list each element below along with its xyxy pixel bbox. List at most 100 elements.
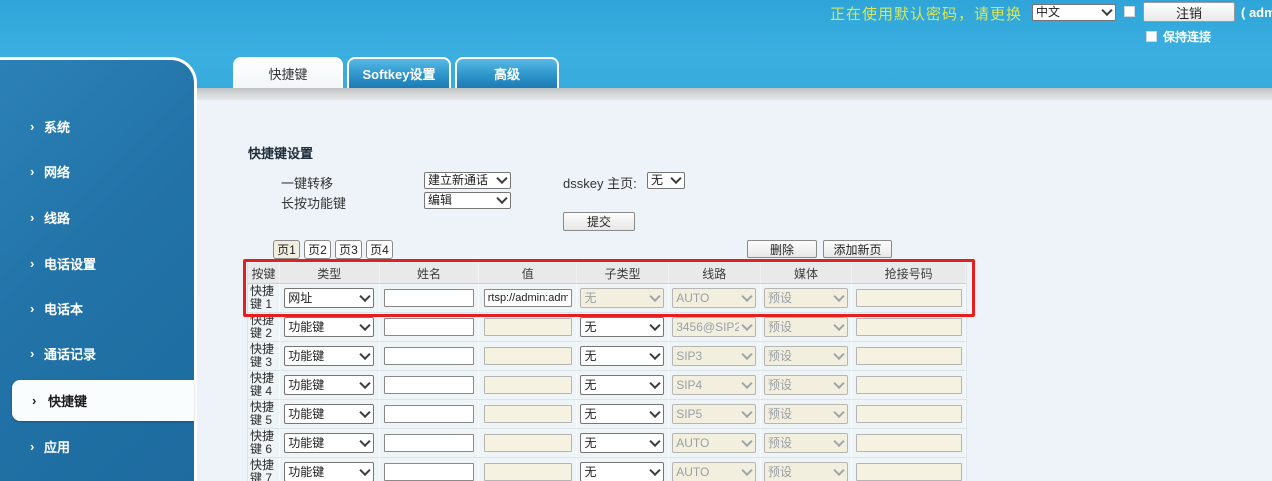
media-select: 预设 <box>763 288 848 308</box>
sidebar-item-network[interactable]: › 网络 <box>0 162 194 180</box>
column-header: 按键 <box>248 263 280 283</box>
sidebar-item-line[interactable]: › 线路 <box>0 208 194 226</box>
line-select: SIP4 <box>672 375 757 395</box>
table-cell: AUTO <box>669 458 761 481</box>
subtype-select[interactable]: 无 <box>580 375 665 395</box>
sidebar-item-phone-settings[interactable]: › 电话设置 <box>0 254 194 272</box>
value-input <box>483 318 572 336</box>
sidebar: › 系统 › 网络 › 线路 › 电话设置 › 电话本 › 通话记录 › 快捷键 › 应用 <box>0 57 197 481</box>
table-row: 快捷键 6 功能键 无 AUTO 预设 <box>248 429 967 458</box>
subtype-select[interactable]: 无 <box>580 433 665 453</box>
sidebar-item-phonebook[interactable]: › 电话本 <box>0 299 194 317</box>
tab-softkey[interactable]: Softkey设置 <box>347 57 451 88</box>
table-cell: 预设 <box>761 400 853 428</box>
media-select: 预设 <box>763 462 848 481</box>
line-select: AUTO <box>672 288 757 308</box>
table-cell <box>380 458 480 481</box>
page-tab-4[interactable]: 页4 <box>366 240 393 259</box>
name-input[interactable] <box>384 347 474 365</box>
one-key-transfer-label: 一键转移 <box>281 176 334 191</box>
name-input[interactable] <box>384 405 474 423</box>
subtype-select[interactable]: 无 <box>580 346 665 366</box>
key-label: 快捷键 5 <box>248 400 280 428</box>
dsskey-home-select[interactable]: 无 <box>647 171 685 189</box>
value-input[interactable] <box>483 289 572 307</box>
table-cell <box>852 342 967 370</box>
sidebar-item-label: 快捷键 <box>48 394 88 409</box>
table-body: 快捷键 1网址无AUTO预设快捷键 2功能键无3456@SIP2预设快捷键 3功… <box>248 284 967 481</box>
type-select[interactable]: 功能键 <box>284 317 375 337</box>
type-select[interactable]: 网址 <box>284 288 375 308</box>
table-cell: AUTO <box>669 284 761 312</box>
name-input[interactable] <box>384 376 474 394</box>
table-cell: AUTO <box>669 429 761 457</box>
long-press-select[interactable]: 编辑 <box>424 191 511 209</box>
table-cell <box>479 429 578 457</box>
chevron-right-icon: › <box>30 345 35 361</box>
tab-dsskey[interactable]: 快捷键 <box>233 57 343 88</box>
subtype-select[interactable]: 无 <box>580 462 665 481</box>
pickup-input <box>855 289 962 307</box>
page-tab-2[interactable]: 页2 <box>304 240 331 259</box>
chevron-right-icon: › <box>30 255 35 271</box>
sidebar-item-system[interactable]: › 系统 <box>0 117 194 135</box>
sidebar-item-label: 电话设置 <box>44 256 97 272</box>
keep-alive-checkbox[interactable] <box>1146 31 1157 42</box>
type-select[interactable]: 功能键 <box>284 404 375 424</box>
name-input[interactable] <box>384 434 474 452</box>
table-row: 快捷键 5 功能键 无 SIP5 预设 <box>248 400 967 429</box>
submit-button[interactable]: 提交 <box>563 212 635 231</box>
delete-button[interactable]: 删除 <box>747 240 817 258</box>
page-tab-1[interactable]: 页1 <box>273 240 300 259</box>
name-input[interactable] <box>384 318 474 336</box>
add-page-button[interactable]: 添加新页 <box>823 240 892 258</box>
column-header: 值 <box>479 263 578 283</box>
subtype-select[interactable]: 无 <box>580 317 665 337</box>
one-key-transfer-select[interactable]: 建立新通话 <box>424 171 511 189</box>
sidebar-item-label: 系统 <box>44 119 71 135</box>
table-cell: 无 <box>577 313 669 341</box>
language-sync-checkbox[interactable] <box>1124 6 1135 17</box>
type-select[interactable]: 功能键 <box>284 346 375 366</box>
value-input <box>483 376 572 394</box>
sidebar-item-application[interactable]: › 应用 <box>0 437 194 455</box>
table-cell: SIP3 <box>669 342 761 370</box>
table-cell: 无 <box>577 429 669 457</box>
table-cell: 预设 <box>761 429 853 457</box>
subtype-select[interactable]: 无 <box>580 404 665 424</box>
table-cell: 无 <box>577 458 669 481</box>
sidebar-item-call-log[interactable]: › 通话记录 <box>0 344 194 362</box>
table-row: 快捷键 3 功能键 无 SIP3 预设 <box>248 342 967 371</box>
table-cell: 预设 <box>761 371 853 399</box>
chevron-right-icon: › <box>30 209 35 225</box>
key-label: 快捷键 1 <box>248 284 280 312</box>
type-select[interactable]: 功能键 <box>284 462 375 481</box>
tab-advanced[interactable]: 高级 <box>455 57 559 88</box>
chevron-right-icon: › <box>32 393 37 408</box>
page-tab-3[interactable]: 页3 <box>335 240 362 259</box>
type-select[interactable]: 功能键 <box>284 433 375 453</box>
pickup-input <box>855 376 962 394</box>
default-password-warning: 正在使用默认密码，请更换 <box>830 6 1023 23</box>
column-header: 姓名 <box>380 263 480 283</box>
sidebar-item-label: 线路 <box>44 210 71 226</box>
table-cell <box>479 284 578 312</box>
key-label: 快捷键 6 <box>248 429 280 457</box>
chevron-right-icon: › <box>30 163 35 179</box>
column-header: 线路 <box>669 263 761 283</box>
sidebar-item-dsskey[interactable]: › 快捷键 <box>12 380 194 421</box>
language-select[interactable]: 中文 <box>1032 3 1116 21</box>
table-row: 快捷键 1网址 无 AUTO 预设 <box>248 284 967 313</box>
column-header: 抢接号码 <box>852 263 967 283</box>
name-input[interactable] <box>384 289 474 307</box>
keep-alive-group: 保持连接 <box>1146 28 1211 45</box>
name-input[interactable] <box>384 463 474 481</box>
type-select[interactable]: 功能键 <box>284 375 375 395</box>
logout-button[interactable]: 注销 <box>1143 2 1235 22</box>
pickup-input <box>855 463 962 481</box>
key-label: 快捷键 3 <box>248 342 280 370</box>
media-select: 预设 <box>763 433 848 453</box>
table-cell: 3456@SIP2 <box>669 313 761 341</box>
key-label: 快捷键 4 <box>248 371 280 399</box>
table-row: 快捷键 2 功能键 无 3456@SIP2 预设 <box>248 313 967 342</box>
